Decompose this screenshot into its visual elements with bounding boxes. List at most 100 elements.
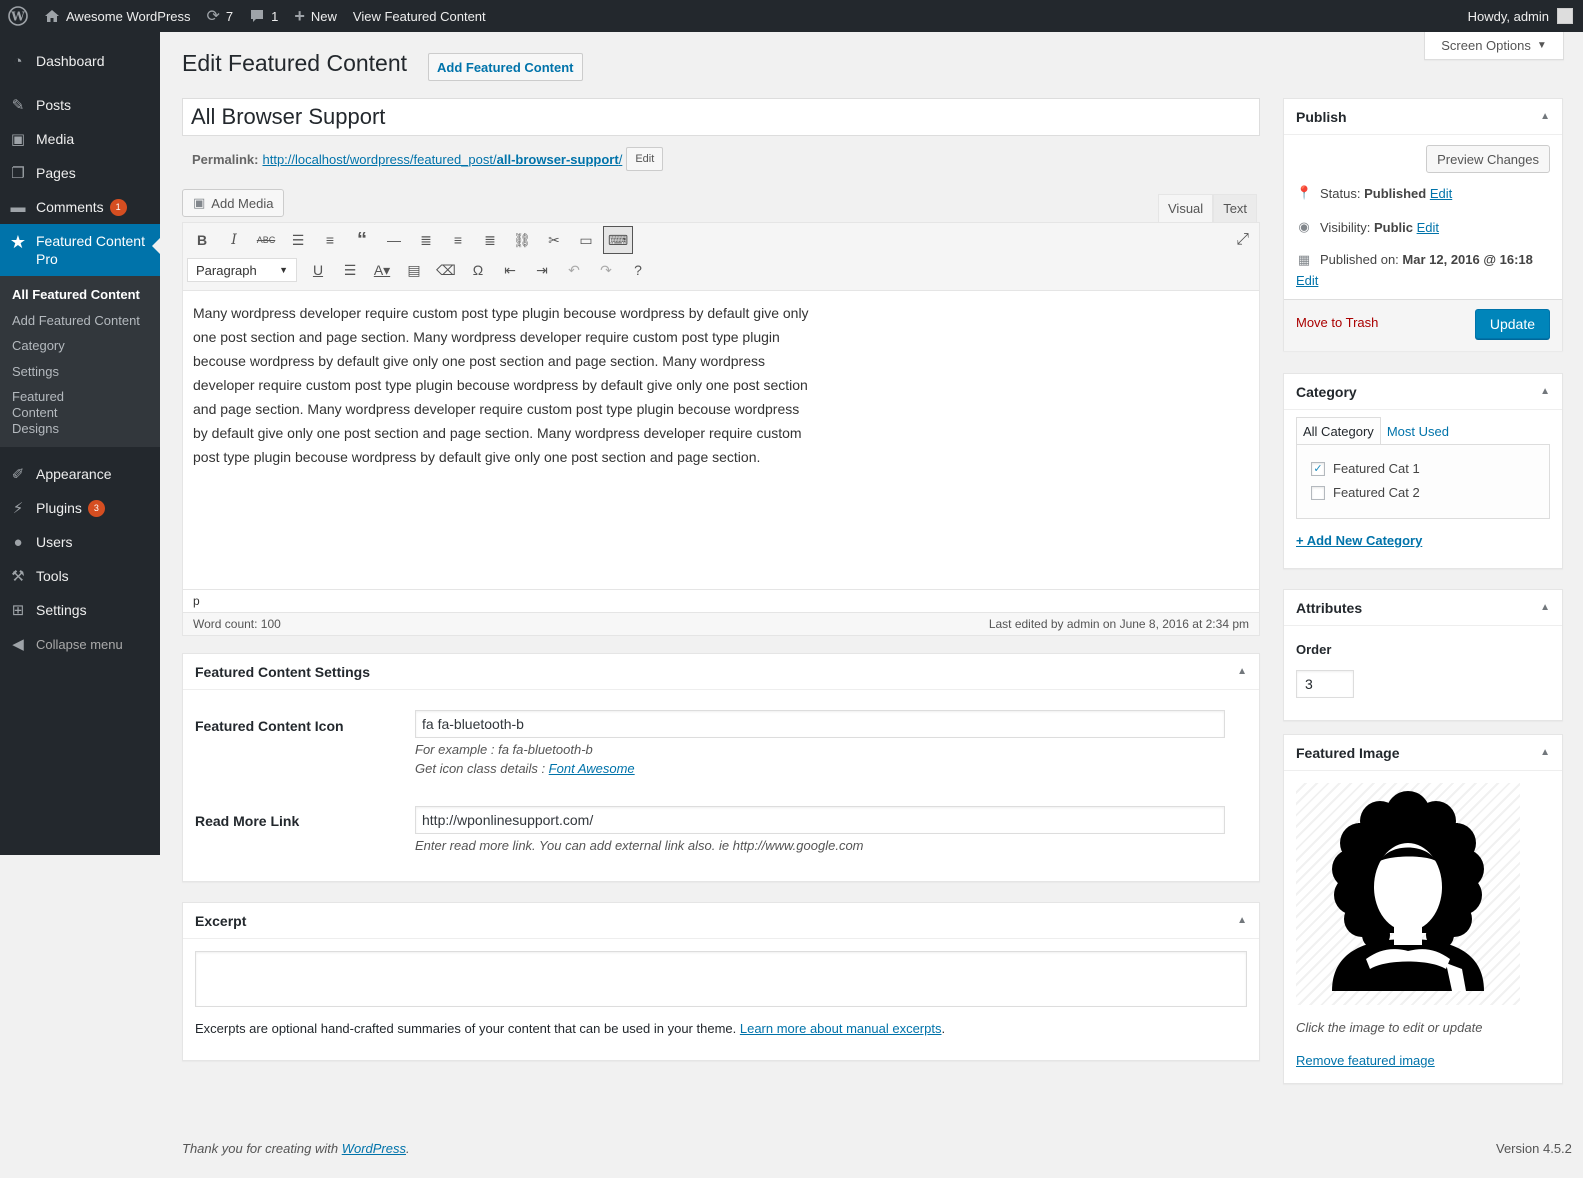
attributes-header[interactable]: Attributes ▲ (1284, 590, 1562, 626)
blockquote-icon[interactable]: “ (347, 226, 377, 254)
read-more-icon[interactable]: ▭ (571, 226, 601, 254)
comments-menu[interactable]: 1 (241, 0, 286, 32)
comments-badge: 1 (109, 198, 127, 216)
sidebar-item-pages[interactable]: ❐ Pages (0, 156, 160, 190)
special-character-icon[interactable]: Ω (463, 256, 493, 284)
add-new-category-link[interactable]: + Add New Category (1296, 533, 1422, 548)
submenu-settings[interactable]: Settings (0, 359, 160, 385)
link-icon[interactable]: ⛓ (507, 226, 537, 254)
screen-options-button[interactable]: Screen Options ▼ (1424, 32, 1564, 60)
featured-image-thumbnail[interactable] (1296, 783, 1520, 1005)
tab-text[interactable]: Text (1213, 194, 1258, 222)
category-item-1[interactable]: ✓ Featured Cat 1 (1311, 461, 1420, 476)
help-icon[interactable]: ? (623, 256, 653, 284)
toolbar-toggle-icon[interactable]: ⌨ (603, 226, 633, 254)
collapse-toggle-icon[interactable]: ▲ (1540, 386, 1550, 397)
status-row: 📍 Status: Published Edit (1296, 185, 1452, 201)
sidebar-item-media[interactable]: ▣ Media (0, 122, 160, 156)
learn-more-excerpts-link[interactable]: Learn more about manual excerpts (740, 1021, 942, 1036)
bullet-list-icon[interactable]: ☰ (283, 226, 313, 254)
sidebar-item-settings[interactable]: ⊞ Settings (0, 593, 160, 627)
tab-all-category[interactable]: All Category (1296, 417, 1381, 445)
category-item-2[interactable]: Featured Cat 2 (1311, 485, 1420, 500)
published-on-edit-link[interactable]: Edit (1296, 273, 1318, 288)
wordpress-link[interactable]: WordPress (342, 1141, 406, 1156)
post-title-input[interactable]: All Browser Support (182, 98, 1260, 136)
clear-formatting-icon[interactable]: ⌫ (431, 256, 461, 284)
order-input[interactable]: 3 (1296, 670, 1354, 698)
collapse-toggle-icon[interactable]: ▲ (1540, 602, 1550, 613)
category-checkbox-unchecked[interactable] (1311, 485, 1325, 500)
permalink-link[interactable]: http://localhost/wordpress/featured_post… (262, 152, 622, 167)
collapse-toggle-icon[interactable]: ▲ (1540, 747, 1550, 758)
preview-changes-button[interactable]: Preview Changes (1426, 145, 1550, 173)
collapse-menu-button[interactable]: ◀ Collapse menu (0, 627, 160, 661)
read-more-input[interactable]: http://wponlinesupport.com/ (415, 806, 1225, 834)
submenu-add-featured-content[interactable]: Add Featured Content (0, 308, 160, 334)
tab-most-used[interactable]: Most Used (1381, 417, 1455, 445)
submenu-category[interactable]: Category (0, 333, 160, 359)
sidebar-item-users[interactable]: ● Users (0, 525, 160, 559)
font-awesome-link[interactable]: Font Awesome (549, 761, 635, 776)
icon-class-input[interactable]: fa fa-bluetooth-b (415, 710, 1225, 738)
wp-logo-menu[interactable]: W (0, 0, 36, 32)
remove-featured-image-link[interactable]: Remove featured image (1296, 1053, 1435, 1068)
sidebar-item-plugins[interactable]: ⚡ Plugins 3 (0, 491, 160, 525)
unlink-icon[interactable]: ✂ (539, 226, 569, 254)
align-right-icon[interactable]: ≣ (475, 226, 505, 254)
sidebar-item-tools[interactable]: ⚒ Tools (0, 559, 160, 593)
site-name-menu[interactable]: Awesome WordPress (36, 0, 199, 32)
sidebar-item-comments[interactable]: ▬ Comments 1 (0, 190, 160, 224)
tab-visual[interactable]: Visual (1158, 194, 1214, 222)
align-center-icon[interactable]: ≡ (443, 226, 473, 254)
submenu-all-featured-content[interactable]: All Featured Content (0, 282, 160, 308)
horizontal-line-icon[interactable]: — (379, 226, 409, 254)
text-color-icon[interactable]: A▾ (367, 256, 397, 284)
outdent-icon[interactable]: ⇤ (495, 256, 525, 284)
collapse-toggle-icon[interactable]: ▲ (1237, 915, 1247, 926)
updates-menu[interactable]: ⟳ 7 (199, 0, 242, 32)
justify-icon[interactable]: ☰ (335, 256, 365, 284)
sidebar-item-featured-content-pro[interactable]: ★ Featured Content Pro (0, 224, 160, 276)
sidebar-item-label: Appearance (36, 466, 112, 483)
publish-header[interactable]: Publish ▲ (1284, 99, 1562, 135)
view-featured-content-link[interactable]: View Featured Content (345, 0, 494, 32)
bold-icon[interactable]: B (187, 226, 217, 254)
paste-text-icon[interactable]: ▤ (399, 256, 429, 284)
featured-image-header[interactable]: Featured Image ▲ (1284, 735, 1562, 771)
category-header[interactable]: Category ▲ (1284, 374, 1562, 410)
excerpt-header[interactable]: Excerpt ▲ (183, 903, 1259, 939)
featured-content-settings-header[interactable]: Featured Content Settings ▲ (183, 654, 1259, 690)
collapse-toggle-icon[interactable]: ▲ (1540, 111, 1550, 122)
strikethrough-icon[interactable]: ABC (251, 226, 281, 254)
permalink-edit-button[interactable]: Edit (626, 147, 664, 171)
numbered-list-icon[interactable]: ≡ (315, 226, 345, 254)
italic-icon[interactable]: I (219, 226, 249, 254)
visibility-edit-link[interactable]: Edit (1417, 220, 1439, 235)
add-featured-content-button[interactable]: Add Featured Content (428, 53, 583, 81)
sidebar-item-appearance[interactable]: ✐ Appearance (0, 457, 160, 491)
redo-icon[interactable]: ↷ (591, 256, 621, 284)
status-edit-link[interactable]: Edit (1430, 186, 1452, 201)
box-title: Excerpt (195, 912, 247, 929)
my-account-menu[interactable]: Howdy, admin (1468, 8, 1583, 24)
align-left-icon[interactable]: ≣ (411, 226, 441, 254)
sidebar-item-posts[interactable]: ✎ Posts (0, 88, 160, 122)
indent-icon[interactable]: ⇥ (527, 256, 557, 284)
sidebar-item-label: Settings (36, 602, 87, 619)
move-to-trash-link[interactable]: Move to Trash (1296, 315, 1378, 330)
category-checkbox-checked[interactable]: ✓ (1311, 461, 1325, 476)
format-select[interactable]: Paragraph ▼ (187, 258, 297, 282)
editor-content[interactable]: Many wordpress developer require custom … (183, 291, 823, 589)
undo-icon[interactable]: ↶ (559, 256, 589, 284)
user-icon: ● (13, 533, 23, 551)
collapse-toggle-icon[interactable]: ▲ (1237, 666, 1247, 677)
excerpt-textarea[interactable] (195, 951, 1247, 1007)
fullscreen-icon[interactable]: ⤢ (1236, 231, 1249, 249)
update-button[interactable]: Update (1474, 309, 1550, 339)
submenu-featured-content-designs[interactable]: Featured Content Designs (0, 384, 120, 441)
underline-icon[interactable]: U (303, 256, 333, 284)
add-media-button[interactable]: ▣ Add Media (182, 189, 285, 217)
sidebar-item-dashboard[interactable]: ◔ Dashboard (0, 44, 160, 78)
new-content-menu[interactable]: + New (286, 0, 345, 32)
